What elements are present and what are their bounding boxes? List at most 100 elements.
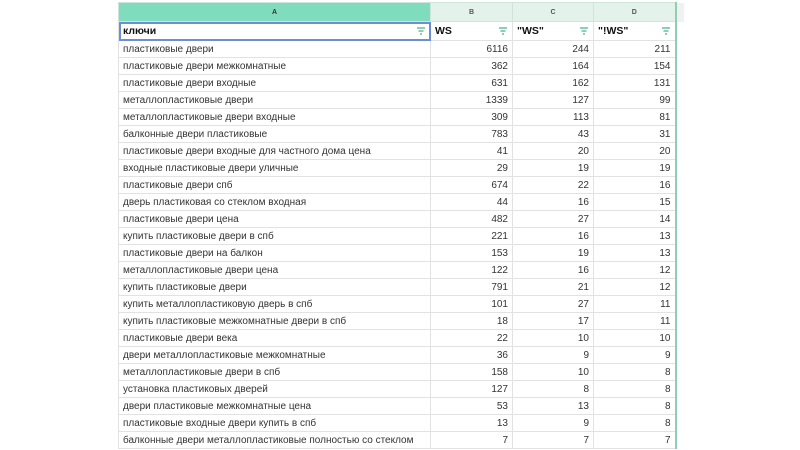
value-cell-quoted-ws[interactable]: 19 xyxy=(512,159,594,177)
column-header-a[interactable]: A xyxy=(118,2,431,22)
keyword-cell[interactable]: купить пластиковые межкомнатные двери в … xyxy=(118,312,431,330)
value-cell-quoted-ws[interactable]: 21 xyxy=(512,278,594,296)
value-cell-ws[interactable]: 482 xyxy=(430,210,513,228)
value-cell-exact-ws[interactable]: 15 xyxy=(593,193,676,211)
value-cell-quoted-ws[interactable]: 27 xyxy=(512,210,594,228)
value-cell-ws[interactable]: 101 xyxy=(430,295,513,313)
value-cell-exact-ws[interactable]: 131 xyxy=(593,74,676,92)
keyword-cell[interactable]: пластиковые двери входные xyxy=(118,74,431,92)
column-header-d[interactable]: D xyxy=(593,2,676,22)
keyword-cell[interactable]: пластиковые двери века xyxy=(118,329,431,347)
value-cell-quoted-ws[interactable]: 164 xyxy=(512,57,594,75)
value-cell-quoted-ws[interactable]: 16 xyxy=(512,193,594,211)
keyword-cell[interactable]: пластиковые двери входные для частного д… xyxy=(118,142,431,160)
value-cell-exact-ws[interactable]: 20 xyxy=(593,142,676,160)
keyword-cell[interactable]: двери пластиковые межкомнатные цена xyxy=(118,397,431,415)
value-cell-exact-ws[interactable]: 12 xyxy=(593,261,676,279)
value-cell-ws[interactable]: 221 xyxy=(430,227,513,245)
value-cell-quoted-ws[interactable]: 16 xyxy=(512,261,594,279)
value-cell-quoted-ws[interactable]: 8 xyxy=(512,380,594,398)
value-cell-exact-ws[interactable]: 81 xyxy=(593,108,676,126)
keyword-cell[interactable]: купить пластиковые двери xyxy=(118,278,431,296)
value-cell-ws[interactable]: 783 xyxy=(430,125,513,143)
filter-icon[interactable] xyxy=(579,26,589,36)
value-cell-ws[interactable]: 6116 xyxy=(430,40,513,58)
value-cell-quoted-ws[interactable]: 27 xyxy=(512,295,594,313)
value-cell-ws[interactable]: 36 xyxy=(430,346,513,364)
value-cell-ws[interactable]: 1339 xyxy=(430,91,513,109)
header-cell-keys[interactable]: ключи xyxy=(118,21,431,41)
value-cell-ws[interactable]: 122 xyxy=(430,261,513,279)
keyword-cell[interactable]: пластиковые двери спб xyxy=(118,176,431,194)
value-cell-exact-ws[interactable]: 10 xyxy=(593,329,676,347)
keyword-cell[interactable]: металлопластиковые двери xyxy=(118,91,431,109)
value-cell-exact-ws[interactable]: 211 xyxy=(593,40,676,58)
value-cell-quoted-ws[interactable]: 9 xyxy=(512,414,594,432)
column-header-c[interactable]: C xyxy=(512,2,594,22)
value-cell-ws[interactable]: 309 xyxy=(430,108,513,126)
value-cell-ws[interactable]: 153 xyxy=(430,244,513,262)
column-header-b[interactable]: B xyxy=(430,2,513,22)
value-cell-quoted-ws[interactable]: 162 xyxy=(512,74,594,92)
value-cell-quoted-ws[interactable]: 127 xyxy=(512,91,594,109)
keyword-cell[interactable]: пластиковые входные двери купить в спб xyxy=(118,414,431,432)
value-cell-ws[interactable]: 631 xyxy=(430,74,513,92)
keyword-cell[interactable]: балконные двери пластиковые xyxy=(118,125,431,143)
value-cell-quoted-ws[interactable]: 10 xyxy=(512,363,594,381)
value-cell-exact-ws[interactable]: 154 xyxy=(593,57,676,75)
value-cell-exact-ws[interactable]: 16 xyxy=(593,176,676,194)
keyword-cell[interactable]: двери металлопластиковые межкомнатные xyxy=(118,346,431,364)
value-cell-ws[interactable]: 18 xyxy=(430,312,513,330)
value-cell-exact-ws[interactable]: 14 xyxy=(593,210,676,228)
filter-icon[interactable] xyxy=(661,26,671,36)
value-cell-quoted-ws[interactable]: 13 xyxy=(512,397,594,415)
value-cell-exact-ws[interactable]: 8 xyxy=(593,414,676,432)
value-cell-quoted-ws[interactable]: 9 xyxy=(512,346,594,364)
keyword-cell[interactable]: металлопластиковые двери цена xyxy=(118,261,431,279)
keyword-cell[interactable]: металлопластиковые двери в спб xyxy=(118,363,431,381)
value-cell-exact-ws[interactable]: 8 xyxy=(593,363,676,381)
keyword-cell[interactable]: металлопластиковые двери входные xyxy=(118,108,431,126)
value-cell-quoted-ws[interactable]: 17 xyxy=(512,312,594,330)
value-cell-ws[interactable]: 791 xyxy=(430,278,513,296)
value-cell-exact-ws[interactable]: 13 xyxy=(593,227,676,245)
value-cell-exact-ws[interactable]: 31 xyxy=(593,125,676,143)
value-cell-ws[interactable]: 44 xyxy=(430,193,513,211)
value-cell-ws[interactable]: 22 xyxy=(430,329,513,347)
value-cell-quoted-ws[interactable]: 10 xyxy=(512,329,594,347)
value-cell-exact-ws[interactable]: 7 xyxy=(593,431,676,449)
value-cell-quoted-ws[interactable]: 43 xyxy=(512,125,594,143)
value-cell-exact-ws[interactable]: 8 xyxy=(593,397,676,415)
value-cell-quoted-ws[interactable]: 20 xyxy=(512,142,594,160)
value-cell-exact-ws[interactable]: 11 xyxy=(593,312,676,330)
value-cell-ws[interactable]: 362 xyxy=(430,57,513,75)
value-cell-exact-ws[interactable]: 13 xyxy=(593,244,676,262)
keyword-cell[interactable]: пластиковые двери xyxy=(118,40,431,58)
keyword-cell[interactable]: входные пластиковые двери уличные xyxy=(118,159,431,177)
filter-icon[interactable] xyxy=(498,26,508,36)
value-cell-exact-ws[interactable]: 12 xyxy=(593,278,676,296)
value-cell-quoted-ws[interactable]: 22 xyxy=(512,176,594,194)
keyword-cell[interactable]: пластиковые двери цена xyxy=(118,210,431,228)
value-cell-ws[interactable]: 158 xyxy=(430,363,513,381)
value-cell-ws[interactable]: 674 xyxy=(430,176,513,194)
keyword-cell[interactable]: купить металлопластиковую дверь в спб xyxy=(118,295,431,313)
value-cell-ws[interactable]: 13 xyxy=(430,414,513,432)
value-cell-quoted-ws[interactable]: 7 xyxy=(512,431,594,449)
value-cell-quoted-ws[interactable]: 244 xyxy=(512,40,594,58)
value-cell-exact-ws[interactable]: 11 xyxy=(593,295,676,313)
value-cell-exact-ws[interactable]: 99 xyxy=(593,91,676,109)
keyword-cell[interactable]: пластиковые двери межкомнатные xyxy=(118,57,431,75)
keyword-cell[interactable]: дверь пластиковая со стеклом входная xyxy=(118,193,431,211)
keyword-cell[interactable]: пластиковые двери на балкон xyxy=(118,244,431,262)
filter-icon[interactable] xyxy=(416,26,426,36)
value-cell-exact-ws[interactable]: 8 xyxy=(593,380,676,398)
value-cell-ws[interactable]: 41 xyxy=(430,142,513,160)
header-cell-ws[interactable]: WS xyxy=(430,21,513,41)
value-cell-quoted-ws[interactable]: 16 xyxy=(512,227,594,245)
keyword-cell[interactable]: купить пластиковые двери в спб xyxy=(118,227,431,245)
value-cell-ws[interactable]: 7 xyxy=(430,431,513,449)
value-cell-ws[interactable]: 53 xyxy=(430,397,513,415)
value-cell-ws[interactable]: 29 xyxy=(430,159,513,177)
value-cell-exact-ws[interactable]: 9 xyxy=(593,346,676,364)
